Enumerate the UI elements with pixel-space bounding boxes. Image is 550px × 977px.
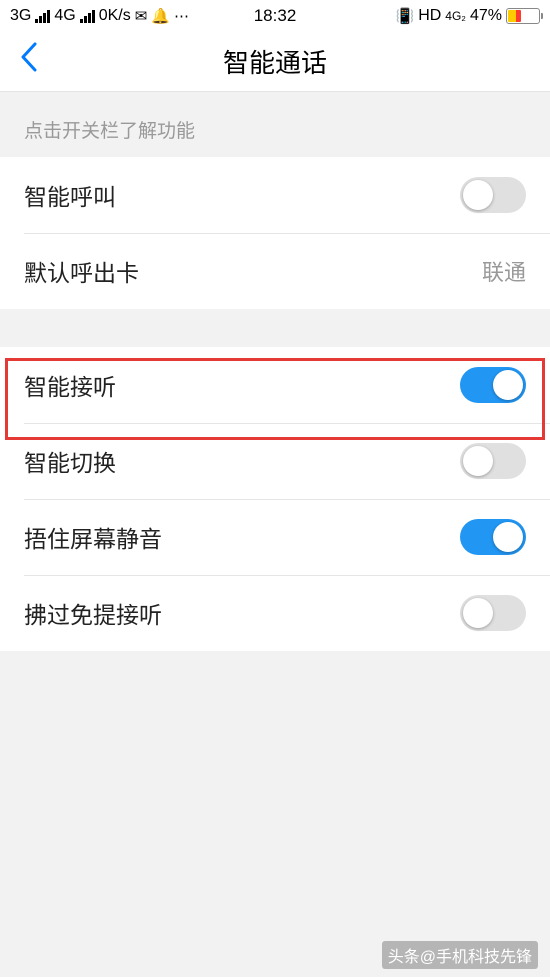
toggle-smart-answer[interactable] (460, 367, 526, 403)
notification-icon: 🔔 (151, 7, 170, 25)
nav-bar: 智能通话 (0, 32, 550, 92)
row-label: 捂住屏幕静音 (24, 520, 162, 554)
row-label: 拂过免提接听 (24, 596, 162, 630)
more-icon: ⋯ (174, 7, 189, 25)
vibrate-icon: 📳 (396, 7, 415, 25)
row-smart-answer[interactable]: 智能接听 (0, 347, 550, 423)
hd-label: HD (418, 7, 441, 25)
row-wave-speaker[interactable]: 拂过免提接听 (0, 575, 550, 651)
battery-icon (506, 8, 540, 24)
back-button[interactable] (20, 42, 38, 81)
battery-pct-label: 47% (470, 7, 502, 25)
section-header: 点击开关栏了解功能 (0, 92, 550, 157)
row-label: 智能切换 (24, 444, 116, 478)
toggle-smart-switch[interactable] (460, 443, 526, 479)
data-speed-label: 0K/s (99, 7, 131, 25)
network-2-label: 4G (54, 7, 75, 25)
row-smart-switch[interactable]: 智能切换 (0, 423, 550, 499)
row-smart-call[interactable]: 智能呼叫 (0, 157, 550, 233)
status-right: 📳 HD 4G₂ 47% (396, 7, 541, 25)
status-time: 18:32 (254, 6, 297, 26)
network-1-label: 3G (10, 7, 31, 25)
status-bar: 3G 4G 0K/s ✉ 🔔 ⋯ 18:32 📳 HD 4G₂ 47% (0, 0, 550, 32)
toggle-smart-call[interactable] (460, 177, 526, 213)
row-default-card[interactable]: 默认呼出卡 联通 (0, 233, 550, 309)
row-value: 联通 (482, 255, 526, 287)
wechat-icon: ✉ (135, 7, 148, 25)
watermark-label: 头条@手机科技先锋 (382, 941, 538, 969)
chevron-left-icon (20, 42, 38, 72)
signal-bars-2-icon (80, 9, 95, 23)
row-label: 默认呼出卡 (24, 254, 139, 288)
signal-bars-1-icon (35, 9, 50, 23)
toggle-wave-speaker[interactable] (460, 595, 526, 631)
row-cover-mute[interactable]: 捂住屏幕静音 (0, 499, 550, 575)
row-label: 智能接听 (24, 368, 116, 402)
page-title: 智能通话 (0, 43, 550, 80)
net-sub-label: 4G₂ (445, 9, 466, 23)
status-left: 3G 4G 0K/s ✉ 🔔 ⋯ (10, 7, 189, 25)
row-label: 智能呼叫 (24, 178, 116, 212)
toggle-cover-mute[interactable] (460, 519, 526, 555)
